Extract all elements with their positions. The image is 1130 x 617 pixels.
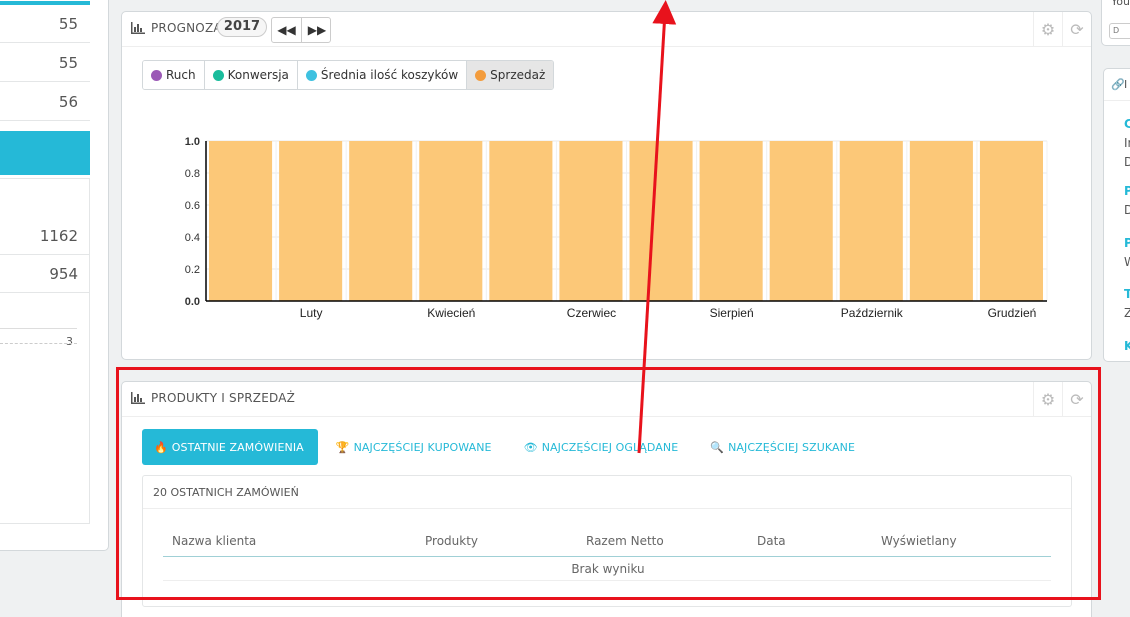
red-annotation-arrow	[637, 0, 677, 454]
